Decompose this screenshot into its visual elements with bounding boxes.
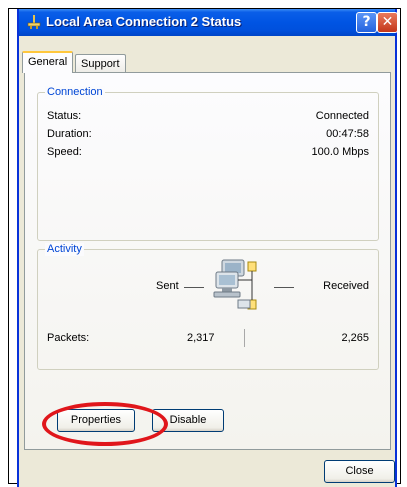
close-button[interactable]: Close	[324, 460, 395, 483]
sent-label: Sent	[156, 280, 179, 292]
connection-group: Connection Status: Connected Duration: 0…	[37, 86, 379, 241]
status-dialog: Local Area Connection 2 Status ? ✕ Gener…	[17, 9, 398, 487]
activity-group: Activity Sent Received Packets: 2,317 2,…	[37, 243, 379, 370]
packets-received-value: 2,265	[341, 332, 369, 344]
duration-value: 00:47:58	[326, 128, 369, 140]
packets-divider	[244, 329, 245, 347]
packets-label: Packets:	[47, 332, 90, 344]
help-button[interactable]: ?	[356, 12, 377, 33]
sent-line	[184, 287, 204, 288]
general-tab-panel: Connection Status: Connected Duration: 0…	[24, 72, 391, 450]
speed-value: 100.0 Mbps	[311, 146, 369, 158]
received-line	[274, 287, 294, 288]
activity-group-title: Activity	[45, 243, 84, 256]
network-computers-icon	[213, 259, 257, 310]
speed-label: Speed:	[47, 146, 82, 158]
annotation-highlight-ring	[42, 402, 168, 446]
status-value: Connected	[315, 110, 369, 122]
close-window-button[interactable]: ✕	[377, 12, 398, 33]
network-connection-icon	[27, 15, 41, 29]
tab-general[interactable]: General	[22, 51, 74, 73]
duration-label: Duration:	[47, 128, 92, 140]
received-label: Received	[323, 280, 369, 292]
packets-sent-value: 2,317	[187, 332, 215, 344]
window-title: Local Area Connection 2 Status	[46, 14, 242, 29]
connection-group-title: Connection	[45, 86, 105, 99]
status-label: Status:	[47, 110, 82, 122]
tab-support[interactable]: Support	[75, 54, 126, 74]
title-bar[interactable]: Local Area Connection 2 Status ? ✕	[19, 9, 398, 36]
